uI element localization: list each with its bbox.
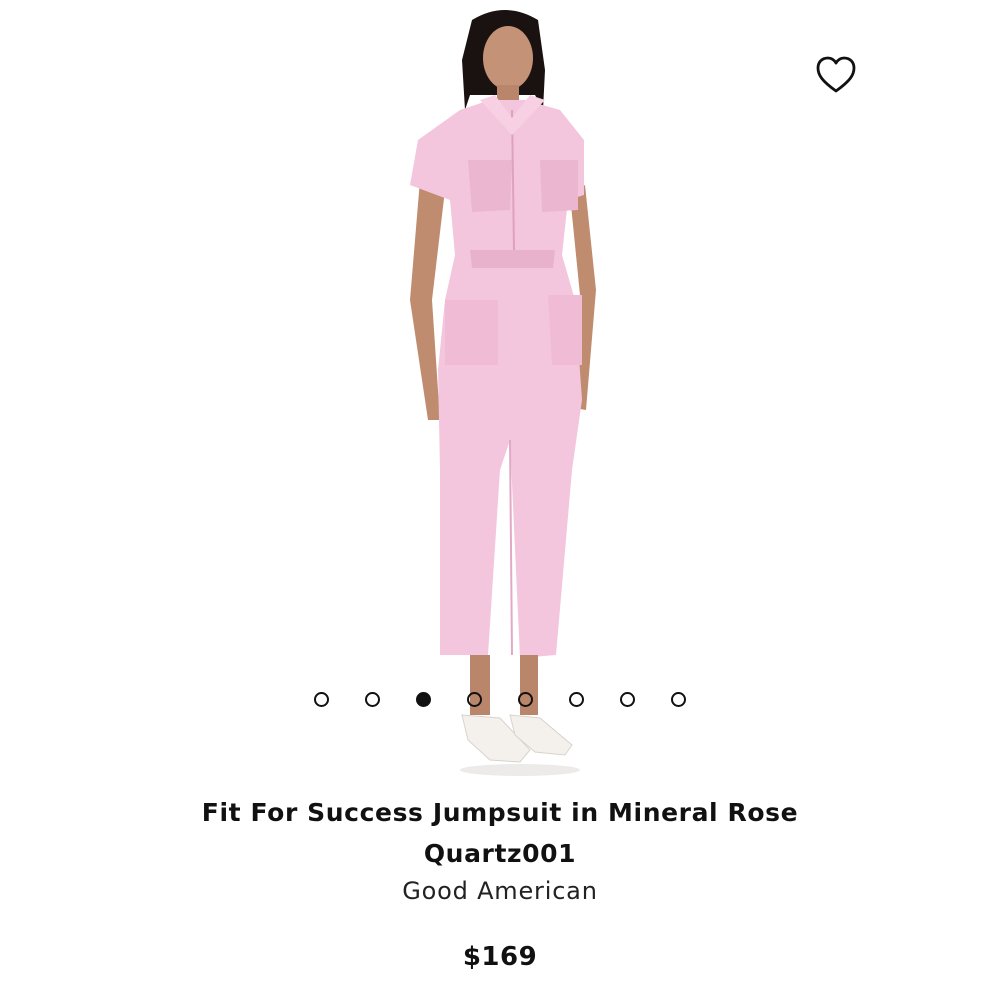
carousel-dot[interactable] [314,692,329,707]
product-price: $169 [462,942,538,972]
heart-outline-icon [816,56,856,93]
carousel-dot[interactable] [518,692,533,707]
carousel-dot[interactable] [467,692,482,707]
product-brand[interactable]: Good American [0,874,1000,908]
product-image[interactable] [0,0,1000,780]
carousel-dot[interactable] [620,692,635,707]
wishlist-button[interactable] [812,53,860,97]
product-info: Fit For Success Jumpsuit in Mineral Rose… [0,792,1000,908]
carousel-dot[interactable] [569,692,584,707]
image-carousel-dots [312,690,692,710]
product-title[interactable]: Fit For Success Jumpsuit in Mineral Rose… [180,792,820,874]
carousel-dot-active[interactable] [416,692,431,707]
product-title-line-1: Fit For Success Jumpsuit in Mineral Rose [201,798,799,827]
product-title-line-2: Quartz001 [423,839,577,868]
carousel-dot[interactable] [365,692,380,707]
product-card[interactable]: Fit For Success Jumpsuit in Mineral Rose… [0,0,1000,1000]
carousel-dot[interactable] [671,692,686,707]
model-in-pink-jumpsuit-photo [410,10,596,776]
